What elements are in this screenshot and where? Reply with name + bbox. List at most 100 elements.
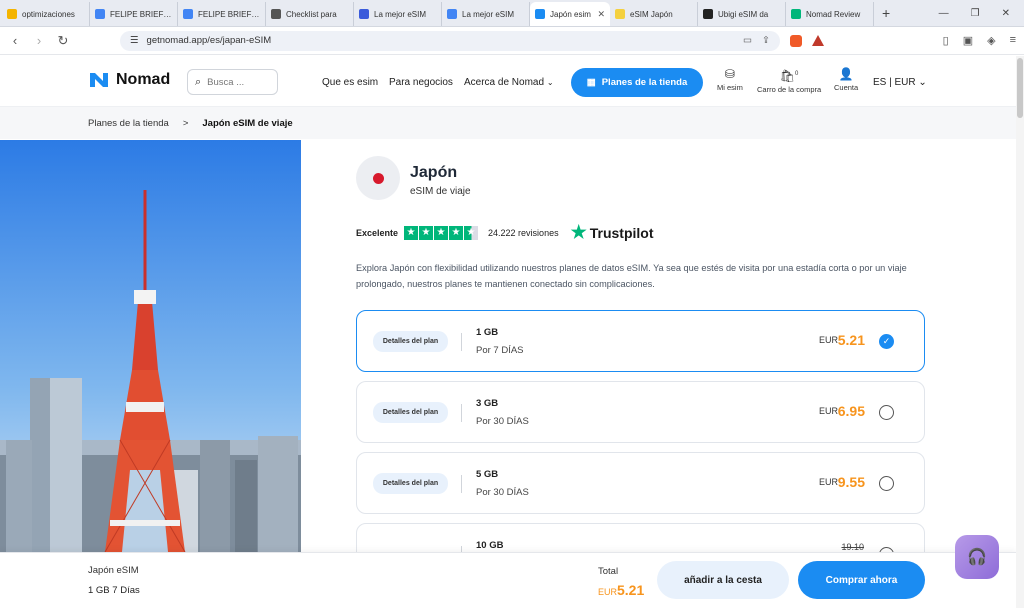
scrollbar-thumb[interactable] xyxy=(1017,58,1023,118)
store-plans-button[interactable]: ▦ Planes de la tienda xyxy=(571,68,703,97)
plan-details-button[interactable]: Detalles del plan xyxy=(373,331,448,352)
sidebar-icon[interactable]: ▯ xyxy=(943,34,949,47)
tab-favicon-icon xyxy=(703,9,713,19)
star-icon: ★ xyxy=(419,225,434,240)
browser-tab[interactable]: FELIPE BRIEFS C xyxy=(90,2,178,26)
support-chat-button[interactable]: 🎧 xyxy=(955,535,999,579)
tab-favicon-icon xyxy=(183,9,193,19)
tab-favicon-icon xyxy=(271,9,281,19)
star-icon: ★ xyxy=(404,225,419,240)
site-info-icon[interactable]: ☰ xyxy=(130,35,139,46)
cart-label: Carro de la compra xyxy=(757,85,822,94)
cart-count: 0 xyxy=(795,71,799,77)
browser-tab[interactable]: Ubigi eSIM da xyxy=(698,2,786,26)
country-subtitle: eSIM de viaje xyxy=(410,186,471,197)
my-esim-link[interactable]: ⛁ Mi esim xyxy=(717,68,743,92)
divider xyxy=(461,475,462,493)
checkout-bar: Japón eSIM 1 GB 7 Días Total EUR 5.21 añ… xyxy=(0,552,1016,608)
tab-title: FELIPE BRIEFS C xyxy=(110,9,172,19)
nav-que-es-esim[interactable]: Que es esim xyxy=(322,77,378,88)
cart-icon: 🛍0 xyxy=(779,69,799,83)
plan-radio[interactable]: ✓ xyxy=(879,334,894,349)
browser-tab[interactable]: optimizaciones xyxy=(2,2,90,26)
browser-tab[interactable]: La mejor eSIM xyxy=(354,2,442,26)
site-header: Nomad ⌕ Busca ... Que es esim Para negoc… xyxy=(0,55,1024,107)
new-tab-button[interactable]: + xyxy=(874,5,898,21)
url-field[interactable]: ☰ getnomad.app/es/japan-eSIM ▭ ⇪ xyxy=(120,30,780,51)
plan-radio[interactable] xyxy=(879,405,894,420)
plan-data: 3 GB xyxy=(476,398,499,409)
language-currency-select[interactable]: ES | EUR ⌄ xyxy=(873,77,927,88)
browser-tab[interactable]: Checklist para xyxy=(266,2,354,26)
cast-icon[interactable]: ▭ xyxy=(743,35,752,46)
tab-favicon-icon xyxy=(615,9,625,19)
plan-option[interactable]: Detalles del plan 1 GB Por 7 DÍAS EUR 5.21 ✓ xyxy=(356,310,925,372)
trustpilot-label: Excelente xyxy=(356,227,399,238)
menu-icon[interactable]: ≡ xyxy=(1010,34,1016,47)
browser-tab[interactable]: Nomad Review xyxy=(786,2,874,26)
divider xyxy=(461,404,462,422)
nav-acerca-de-nomad[interactable]: Acerca de Nomad ⌄ xyxy=(464,77,554,88)
chevron-down-icon: ⌄ xyxy=(918,77,927,88)
trustpilot-star-icon: ★ xyxy=(570,222,587,242)
nav-para-negocios[interactable]: Para negocios xyxy=(389,77,453,88)
esim-icon: ⛁ xyxy=(724,67,735,81)
total-currency: EUR xyxy=(598,587,618,597)
browser-tab[interactable]: La mejor eSIM xyxy=(442,2,530,26)
back-icon[interactable]: ‹ xyxy=(8,33,22,48)
plan-radio[interactable] xyxy=(879,476,894,491)
trustpilot-stars: ★ ★ ★ ★ ★ xyxy=(404,225,479,240)
plan-data: 1 GB xyxy=(476,327,499,338)
total-label: Total xyxy=(598,566,619,577)
buy-now-button[interactable]: Comprar ahora xyxy=(798,561,925,599)
lang-label: ES | EUR xyxy=(873,77,916,88)
plan-details-button[interactable]: Detalles del plan xyxy=(373,402,448,423)
headset-icon: 🎧 xyxy=(967,549,987,566)
account-label: Cuenta xyxy=(834,83,859,92)
search-icon: ⌕ xyxy=(195,75,202,88)
nav-acerca-label: Acerca de Nomad xyxy=(464,77,545,88)
add-to-cart-button[interactable]: añadir a la cesta xyxy=(657,561,789,599)
plan-data: 5 GB xyxy=(476,469,499,480)
browser-tab-bar: optimizaciones FELIPE BRIEFS C FELIPE BRIE… xyxy=(0,0,1024,27)
wallet-icon[interactable]: ▣ xyxy=(963,34,973,47)
tab-title: eSIM Japón xyxy=(630,9,673,19)
logo-text: Nomad xyxy=(116,71,171,88)
plan-option[interactable]: Detalles del plan 3 GB Por 30 DÍAS EUR 6.95 xyxy=(356,381,925,443)
cart-link[interactable]: 🛍0 Carro de la compra xyxy=(757,68,821,94)
tab-title: FELIPE BRIEFS C xyxy=(198,9,260,19)
tab-title: Ubigi eSIM da xyxy=(718,9,769,19)
browser-tab[interactable]: Japón esim ✕ xyxy=(530,2,610,26)
plan-details-button[interactable]: Detalles del plan xyxy=(373,473,448,494)
browser-tab[interactable]: FELIPE BRIEFS C xyxy=(178,2,266,26)
url-text: getnomad.app/es/japan-eSIM xyxy=(146,35,272,46)
tab-favicon-icon xyxy=(359,9,369,19)
trustpilot-widget[interactable]: Excelente ★ ★ ★ ★ ★ 24.222 revisiones ★ Trust… xyxy=(356,222,654,243)
restore-icon[interactable]: ❐ xyxy=(971,8,980,19)
reload-icon[interactable]: ↻ xyxy=(56,33,70,49)
brave-rewards-icon[interactable] xyxy=(812,35,824,46)
product-description: Explora Japón con flexibilidad utilizand… xyxy=(356,263,907,289)
plan-currency: EUR xyxy=(818,477,838,487)
plan-currency: EUR xyxy=(818,335,838,345)
minimize-icon[interactable]: — xyxy=(939,8,949,19)
browser-tab[interactable]: eSIM Japón xyxy=(610,2,698,26)
breadcrumb-parent[interactable]: Planes de la tienda xyxy=(88,118,169,129)
nomad-logo[interactable]: Nomad xyxy=(88,71,170,89)
plan-currency: EUR xyxy=(818,406,838,416)
vpn-icon[interactable]: ◈ xyxy=(987,34,995,47)
brave-shields-icon[interactable] xyxy=(790,34,802,47)
share-icon[interactable]: ⇪ xyxy=(762,35,770,46)
close-window-icon[interactable]: ✕ xyxy=(1002,8,1010,19)
plan-option[interactable]: Detalles del plan 5 GB Por 30 DÍAS EUR 9.55 xyxy=(356,452,925,514)
tab-title: Japón esim xyxy=(550,9,591,19)
search-input[interactable]: ⌕ Busca ... xyxy=(187,69,278,95)
nomad-logo-icon xyxy=(90,73,108,87)
divider xyxy=(461,333,462,351)
close-tab-icon[interactable]: ✕ xyxy=(597,9,605,20)
page-scrollbar[interactable] xyxy=(1016,56,1024,608)
hero-illustration xyxy=(0,140,301,552)
forward-icon[interactable]: › xyxy=(32,33,46,48)
account-link[interactable]: 👤 Cuenta xyxy=(834,68,858,92)
tab-title: optimizaciones xyxy=(22,9,75,19)
